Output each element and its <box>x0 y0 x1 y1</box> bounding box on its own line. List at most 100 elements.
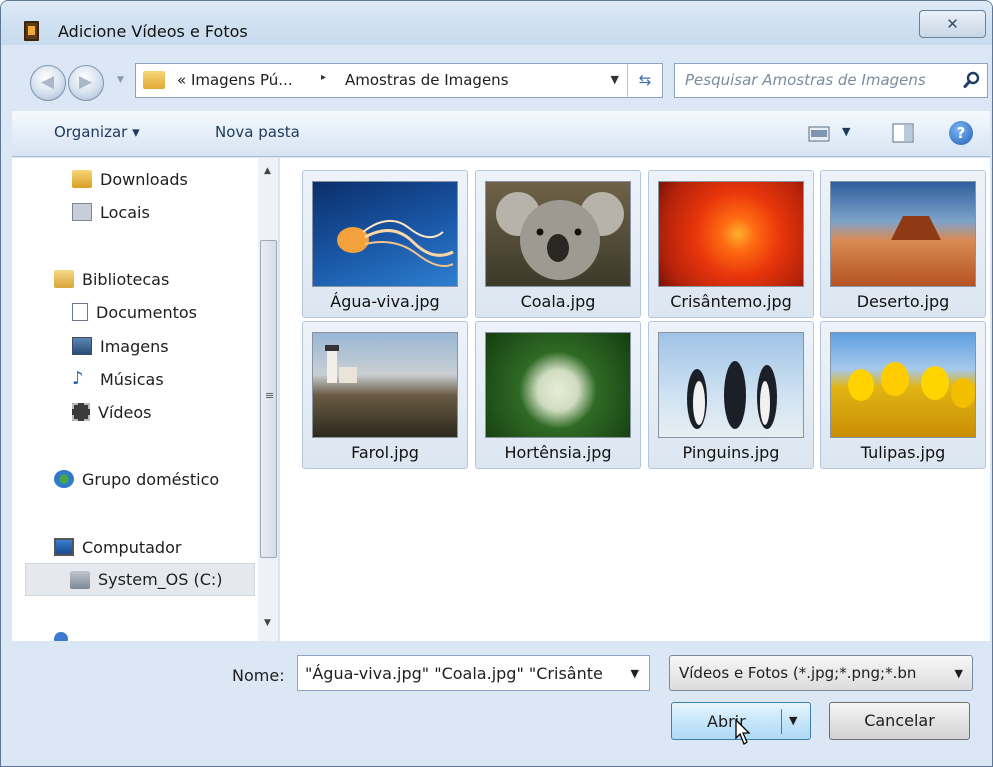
document-icon <box>72 303 88 321</box>
sidebar-item-computador[interactable]: Computador <box>54 532 181 562</box>
file-name: Água-viva.jpg <box>330 292 440 311</box>
back-arrow-icon: ◀ <box>41 72 55 92</box>
lighthouse-thumbnail <box>312 332 458 438</box>
chevron-down-icon[interactable]: ▼ <box>955 667 963 680</box>
desert-thumbnail <box>830 181 976 287</box>
sidebar-item-label: Computador <box>82 537 182 557</box>
help-icon[interactable]: ? <box>949 121 973 145</box>
pictures-icon <box>72 337 92 355</box>
chrysanthemum-thumbnail <box>658 181 804 287</box>
file-name-value[interactable]: "Água-viva.jpg" "Coala.jpg" "Crisânte <box>305 664 617 683</box>
sidebar-item-videos[interactable]: Vídeos <box>72 397 152 427</box>
sidebar-item-label: Músicas <box>100 369 164 389</box>
file-tile-crisantemo[interactable]: Crisântemo.jpg <box>648 170 814 318</box>
sidebar-item-label: Downloads <box>100 169 188 189</box>
sidebar-item-label: System_OS (C:) <box>98 570 223 589</box>
sidebar-item-label: Imagens <box>100 336 169 356</box>
computer-icon <box>54 538 74 556</box>
file-tile-deserto[interactable]: Deserto.jpg <box>820 170 986 318</box>
search-input[interactable]: Pesquisar Amostras de Imagens <box>685 71 926 89</box>
sidebar-item-documentos[interactable]: Documentos <box>72 297 197 327</box>
libraries-icon <box>54 270 74 288</box>
file-tile-coala[interactable]: Coala.jpg <box>475 170 641 318</box>
new-folder-button[interactable]: Nova pasta <box>215 123 300 141</box>
refresh-button[interactable]: ⇆ <box>627 64 662 97</box>
sidebar-item-system-os[interactable]: System_OS (C:) <box>25 563 255 596</box>
breadcrumb-separator-icon[interactable]: ▸ <box>321 72 326 83</box>
history-dropdown-icon[interactable]: ▼ <box>117 75 124 85</box>
music-note-icon: ♪ <box>72 368 84 389</box>
sidebar-item-label: Vídeos <box>98 402 152 422</box>
navigation-pane: Downloads Locais Bibliotecas Documentos … <box>12 158 279 641</box>
view-dropdown-icon[interactable]: ▼ <box>842 125 850 138</box>
file-tile-pinguins[interactable]: Pinguins.jpg <box>648 321 814 469</box>
scroll-up-arrow-icon[interactable]: ▲ <box>264 166 271 176</box>
file-name: Hortênsia.jpg <box>504 443 612 462</box>
film-app-icon <box>24 21 39 41</box>
folder-icon <box>143 71 165 89</box>
address-dropdown-icon[interactable]: ▼ <box>611 73 619 86</box>
mouse-cursor-icon <box>735 718 751 745</box>
file-name: Coala.jpg <box>520 292 596 311</box>
file-name: Crisântemo.jpg <box>670 292 792 311</box>
hydrangea-thumbnail <box>485 332 631 438</box>
organize-button[interactable]: Organizar ▾ <box>54 123 140 141</box>
close-button[interactable]: ✕ <box>919 10 986 38</box>
file-tile-hortensia[interactable]: Hortênsia.jpg <box>475 321 641 469</box>
network-icon <box>54 632 68 641</box>
breadcrumb-item[interactable]: Amostras de Imagens <box>345 71 509 89</box>
file-name: Pinguins.jpg <box>682 443 780 462</box>
scroll-down-arrow-icon[interactable]: ▼ <box>264 618 271 628</box>
file-name-label: Nome: <box>232 666 285 685</box>
window-title: Adicione Vídeos e Fotos <box>58 22 248 41</box>
drive-icon <box>70 570 90 589</box>
tulips-thumbnail <box>830 332 976 438</box>
file-name: Farol.jpg <box>351 443 419 462</box>
file-list: Água-viva.jpg Coala.jpg Crisântemo.jpg D… <box>280 158 990 641</box>
file-type-filter[interactable]: Vídeos e Fotos (*.jpg;*.png;*.bn ▼ <box>669 655 973 691</box>
file-open-dialog: Adicione Vídeos e Fotos ✕ ◀ ▶ ▼ « Imagen… <box>0 0 993 767</box>
jellyfish-thumbnail <box>312 181 458 287</box>
address-bar[interactable]: « Imagens Pú... ▸ Amostras de Imagens ▼ … <box>135 63 663 98</box>
penguins-thumbnail <box>658 332 804 438</box>
search-box[interactable]: Pesquisar Amostras de Imagens <box>674 63 988 98</box>
open-options-dropdown-icon[interactable]: ▼ <box>789 714 797 727</box>
film-icon <box>72 403 90 421</box>
breadcrumb-item[interactable]: « Imagens Pú... <box>177 71 293 89</box>
sidebar-item-downloads[interactable]: Downloads <box>72 164 188 194</box>
koala-thumbnail <box>485 181 631 287</box>
file-type-value: Vídeos e Fotos (*.jpg;*.png;*.bn <box>679 664 917 682</box>
file-tile-farol[interactable]: Farol.jpg <box>302 321 468 469</box>
search-icon[interactable] <box>963 71 981 89</box>
split-divider <box>781 709 782 734</box>
file-name: Deserto.jpg <box>856 292 950 311</box>
sidebar-item-bibliotecas[interactable]: Bibliotecas <box>54 264 169 294</box>
file-name-input[interactable]: "Água-viva.jpg" "Coala.jpg" "Crisânte ▼ <box>297 655 650 691</box>
file-tile-tulipas[interactable]: Tulipas.jpg <box>820 321 986 469</box>
chevron-down-icon[interactable]: ▼ <box>631 667 639 680</box>
downloads-folder-icon <box>72 170 92 188</box>
back-button[interactable]: ◀ <box>30 65 66 101</box>
cancel-button[interactable]: Cancelar <box>829 702 970 740</box>
sidebar-item-label: Documentos <box>96 302 198 322</box>
homegroup-icon <box>54 470 74 488</box>
scrollbar-thumb[interactable]: ≡ <box>260 240 277 558</box>
sidebar-item-label: Locais <box>100 202 150 222</box>
places-icon <box>72 203 92 221</box>
forward-button[interactable]: ▶ <box>68 65 104 101</box>
title-bar[interactable]: Adicione Vídeos e Fotos ✕ <box>1 1 992 45</box>
refresh-icon: ⇆ <box>638 71 652 89</box>
forward-arrow-icon: ▶ <box>79 72 93 92</box>
sidebar-scrollbar[interactable]: ▲ ≡ ▼ <box>258 158 278 641</box>
scroll-grip-icon: ≡ <box>265 389 275 402</box>
preview-pane-icon[interactable] <box>892 123 914 143</box>
sidebar-item-label: Grupo doméstico <box>82 469 220 489</box>
sidebar-item-locais[interactable]: Locais <box>72 197 150 227</box>
file-tile-agua-viva[interactable]: Água-viva.jpg <box>302 170 468 318</box>
command-bar: Organizar ▾ Nova pasta ▼ ? <box>12 111 990 157</box>
change-view-icon[interactable] <box>808 125 832 143</box>
sidebar-item-label: Bibliotecas <box>82 269 170 289</box>
sidebar-item-musicas[interactable]: ♪ Músicas <box>72 364 164 394</box>
sidebar-item-grupo-domestico[interactable]: Grupo doméstico <box>54 464 219 494</box>
sidebar-item-imagens[interactable]: Imagens <box>72 331 169 361</box>
